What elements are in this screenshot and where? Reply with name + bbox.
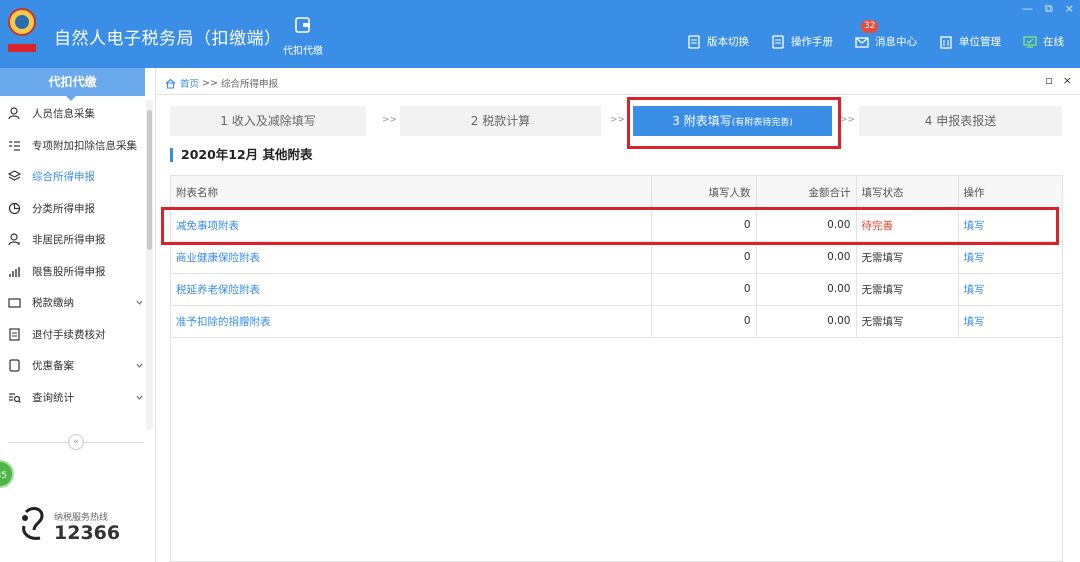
col-header-count: 填写人数 bbox=[651, 176, 757, 210]
online-status-link[interactable]: 在线 bbox=[1023, 34, 1064, 49]
version-switch-link[interactable]: 版本切换 bbox=[687, 34, 749, 49]
window-controls: — ⧉ × bbox=[1022, 2, 1074, 16]
header-links: 版本切换 操作手册 32 消息中心 单位管理 在线 bbox=[665, 20, 1064, 49]
floating-assistant-button[interactable]: 35 bbox=[0, 460, 14, 488]
message-count-badge: 32 bbox=[861, 20, 879, 33]
sidebar-scrollbar[interactable] bbox=[146, 100, 153, 430]
row-fill-link[interactable]: 填写 bbox=[958, 273, 1062, 306]
step-2-tax-calc[interactable]: 2 税款计算 bbox=[400, 106, 601, 136]
bars-icon bbox=[9, 266, 20, 277]
step-arrow: >> bbox=[382, 115, 398, 125]
chevron-down-icon bbox=[136, 300, 143, 305]
title-bar: 自然人电子税务局（扣缴端） 代扣代缴 — ⧉ × 版本切换 操作手册 32 消息… bbox=[0, 0, 1080, 68]
file-icon bbox=[9, 359, 20, 372]
sidebar-title: 代扣代缴 bbox=[0, 68, 145, 101]
service-hotline: 纳税服务热线 12366 bbox=[18, 504, 148, 548]
manual-link[interactable]: 操作手册 bbox=[771, 34, 833, 49]
col-header-amount: 金额合计 bbox=[756, 176, 857, 210]
scrollbar-thumb[interactable] bbox=[147, 110, 152, 250]
table-row: 税延养老保险附表 0 0.00 无需填写 填写 bbox=[171, 273, 1062, 306]
sidebar-menu: 人员信息采集 专项附加扣除信息采集 综合所得申报 分类所得申报 非居民所得申报 … bbox=[0, 98, 145, 413]
row-fill-link[interactable]: 填写 bbox=[958, 241, 1062, 274]
step-arrow: >> bbox=[840, 115, 856, 125]
row-status: 无需填写 bbox=[856, 273, 959, 306]
module-label: 代扣代缴 bbox=[283, 46, 323, 57]
breadcrumb: 首页 >> 综合所得申报 bbox=[165, 76, 278, 90]
breadcrumb-current: 综合所得申报 bbox=[220, 79, 278, 90]
row-count: 0 bbox=[651, 273, 757, 306]
step-4-submit[interactable]: 4 申报表报送 bbox=[859, 106, 1062, 136]
sidebar-item-fee-check[interactable]: 退付手续费核对 bbox=[0, 319, 145, 351]
search-list-icon bbox=[9, 393, 21, 403]
layers-icon bbox=[8, 170, 21, 181]
row-status: 无需填写 bbox=[856, 241, 959, 274]
message-center-link[interactable]: 32 消息中心 bbox=[855, 20, 917, 49]
main-panel: 首页 >> 综合所得申报 ▫ × 1 收入及减除填写 >> 2 税款计算 >> … bbox=[157, 68, 1080, 562]
folder-icon bbox=[8, 298, 21, 308]
person-icon bbox=[8, 107, 20, 120]
breadcrumb-separator: >> bbox=[202, 77, 218, 89]
panel-restore-button[interactable]: ▫ bbox=[1045, 74, 1052, 87]
sidebar-item-personnel[interactable]: 人员信息采集 bbox=[0, 98, 145, 130]
pie-icon bbox=[8, 202, 21, 214]
sidebar-item-tax-payment[interactable]: 税款缴纳 bbox=[0, 287, 145, 319]
hotline-number: 12366 bbox=[54, 522, 121, 544]
sidebar-item-query-statistics[interactable]: 查询统计 bbox=[0, 382, 145, 414]
row-name-link[interactable]: 商业健康保险附表 bbox=[171, 241, 652, 274]
row-amount: 0.00 bbox=[756, 305, 857, 338]
sidebar-item-classified-income[interactable]: 分类所得申报 bbox=[0, 193, 145, 225]
app-title: 自然人电子税务局（扣缴端） bbox=[54, 29, 282, 49]
sidebar-item-comprehensive-income[interactable]: 综合所得申报 bbox=[0, 161, 145, 193]
row-count: 0 bbox=[651, 305, 757, 338]
minimize-button[interactable]: — bbox=[1022, 2, 1033, 16]
panel-controls: ▫ × bbox=[1045, 74, 1072, 87]
doc-icon bbox=[688, 34, 700, 49]
sidebar-item-special-deduction[interactable]: 专项附加扣除信息采集 bbox=[0, 130, 145, 162]
row-fill-link[interactable]: 填写 bbox=[958, 305, 1062, 338]
module-withholding[interactable]: 代扣代缴 bbox=[278, 16, 328, 57]
user-icon bbox=[8, 233, 20, 246]
highlight-box-step bbox=[627, 97, 841, 149]
mail-icon bbox=[855, 36, 869, 48]
chevron-down-icon bbox=[136, 395, 143, 400]
restore-button[interactable]: ⧉ bbox=[1045, 2, 1053, 16]
step-1-income[interactable]: 1 收入及减除填写 bbox=[170, 106, 366, 136]
home-icon bbox=[165, 78, 176, 89]
monitor-icon bbox=[1023, 35, 1037, 48]
sidebar-item-restricted-shares[interactable]: 限售股所得申报 bbox=[0, 256, 145, 288]
headset-icon bbox=[22, 507, 44, 540]
breadcrumb-home[interactable]: 首页 bbox=[180, 76, 199, 90]
row-name-link[interactable]: 准予扣除的捐赠附表 bbox=[171, 305, 652, 338]
list-icon bbox=[9, 141, 20, 151]
table-row: 商业健康保险附表 0 0.00 无需填写 填写 bbox=[171, 241, 1062, 274]
row-name-link[interactable]: 税延养老保险附表 bbox=[171, 273, 652, 306]
chevron-down-icon bbox=[136, 363, 143, 368]
row-amount: 0.00 bbox=[756, 241, 857, 274]
breadcrumb-divider bbox=[157, 94, 1080, 95]
sidebar-item-non-resident[interactable]: 非居民所得申报 bbox=[0, 224, 145, 256]
table-header-row: 附表名称 填写人数 金额合计 填写状态 操作 bbox=[171, 176, 1062, 210]
collapse-sidebar-button[interactable]: « bbox=[68, 434, 84, 450]
close-button[interactable]: × bbox=[1065, 2, 1074, 16]
col-header-action: 操作 bbox=[958, 176, 1062, 210]
tax-emblem-icon bbox=[8, 8, 36, 52]
row-count: 0 bbox=[651, 241, 757, 274]
wallet-icon bbox=[295, 17, 310, 33]
col-header-name: 附表名称 bbox=[171, 176, 652, 210]
sidebar-item-preferential-filing[interactable]: 优惠备案 bbox=[0, 350, 145, 382]
panel-close-button[interactable]: × bbox=[1063, 74, 1072, 87]
section-title: 2020年12月 其他附表 bbox=[170, 148, 313, 162]
building-icon bbox=[940, 35, 952, 49]
highlight-box-row bbox=[161, 207, 1059, 245]
col-header-status: 填写状态 bbox=[856, 176, 959, 210]
unit-management-link[interactable]: 单位管理 bbox=[939, 34, 1001, 49]
row-amount: 0.00 bbox=[756, 273, 857, 306]
step-arrow: >> bbox=[610, 115, 626, 125]
sidebar: 代扣代缴 人员信息采集 专项附加扣除信息采集 综合所得申报 分类所得申报 非居民… bbox=[0, 68, 156, 562]
receipt-icon bbox=[9, 328, 20, 341]
doc-icon bbox=[772, 34, 784, 49]
step-bar: 1 收入及减除填写 >> 2 税款计算 >> 3 附表填写(有附表待完善) >>… bbox=[170, 106, 1062, 136]
table-row: 准予扣除的捐赠附表 0 0.00 无需填写 填写 bbox=[171, 305, 1062, 338]
row-status: 无需填写 bbox=[856, 305, 959, 338]
